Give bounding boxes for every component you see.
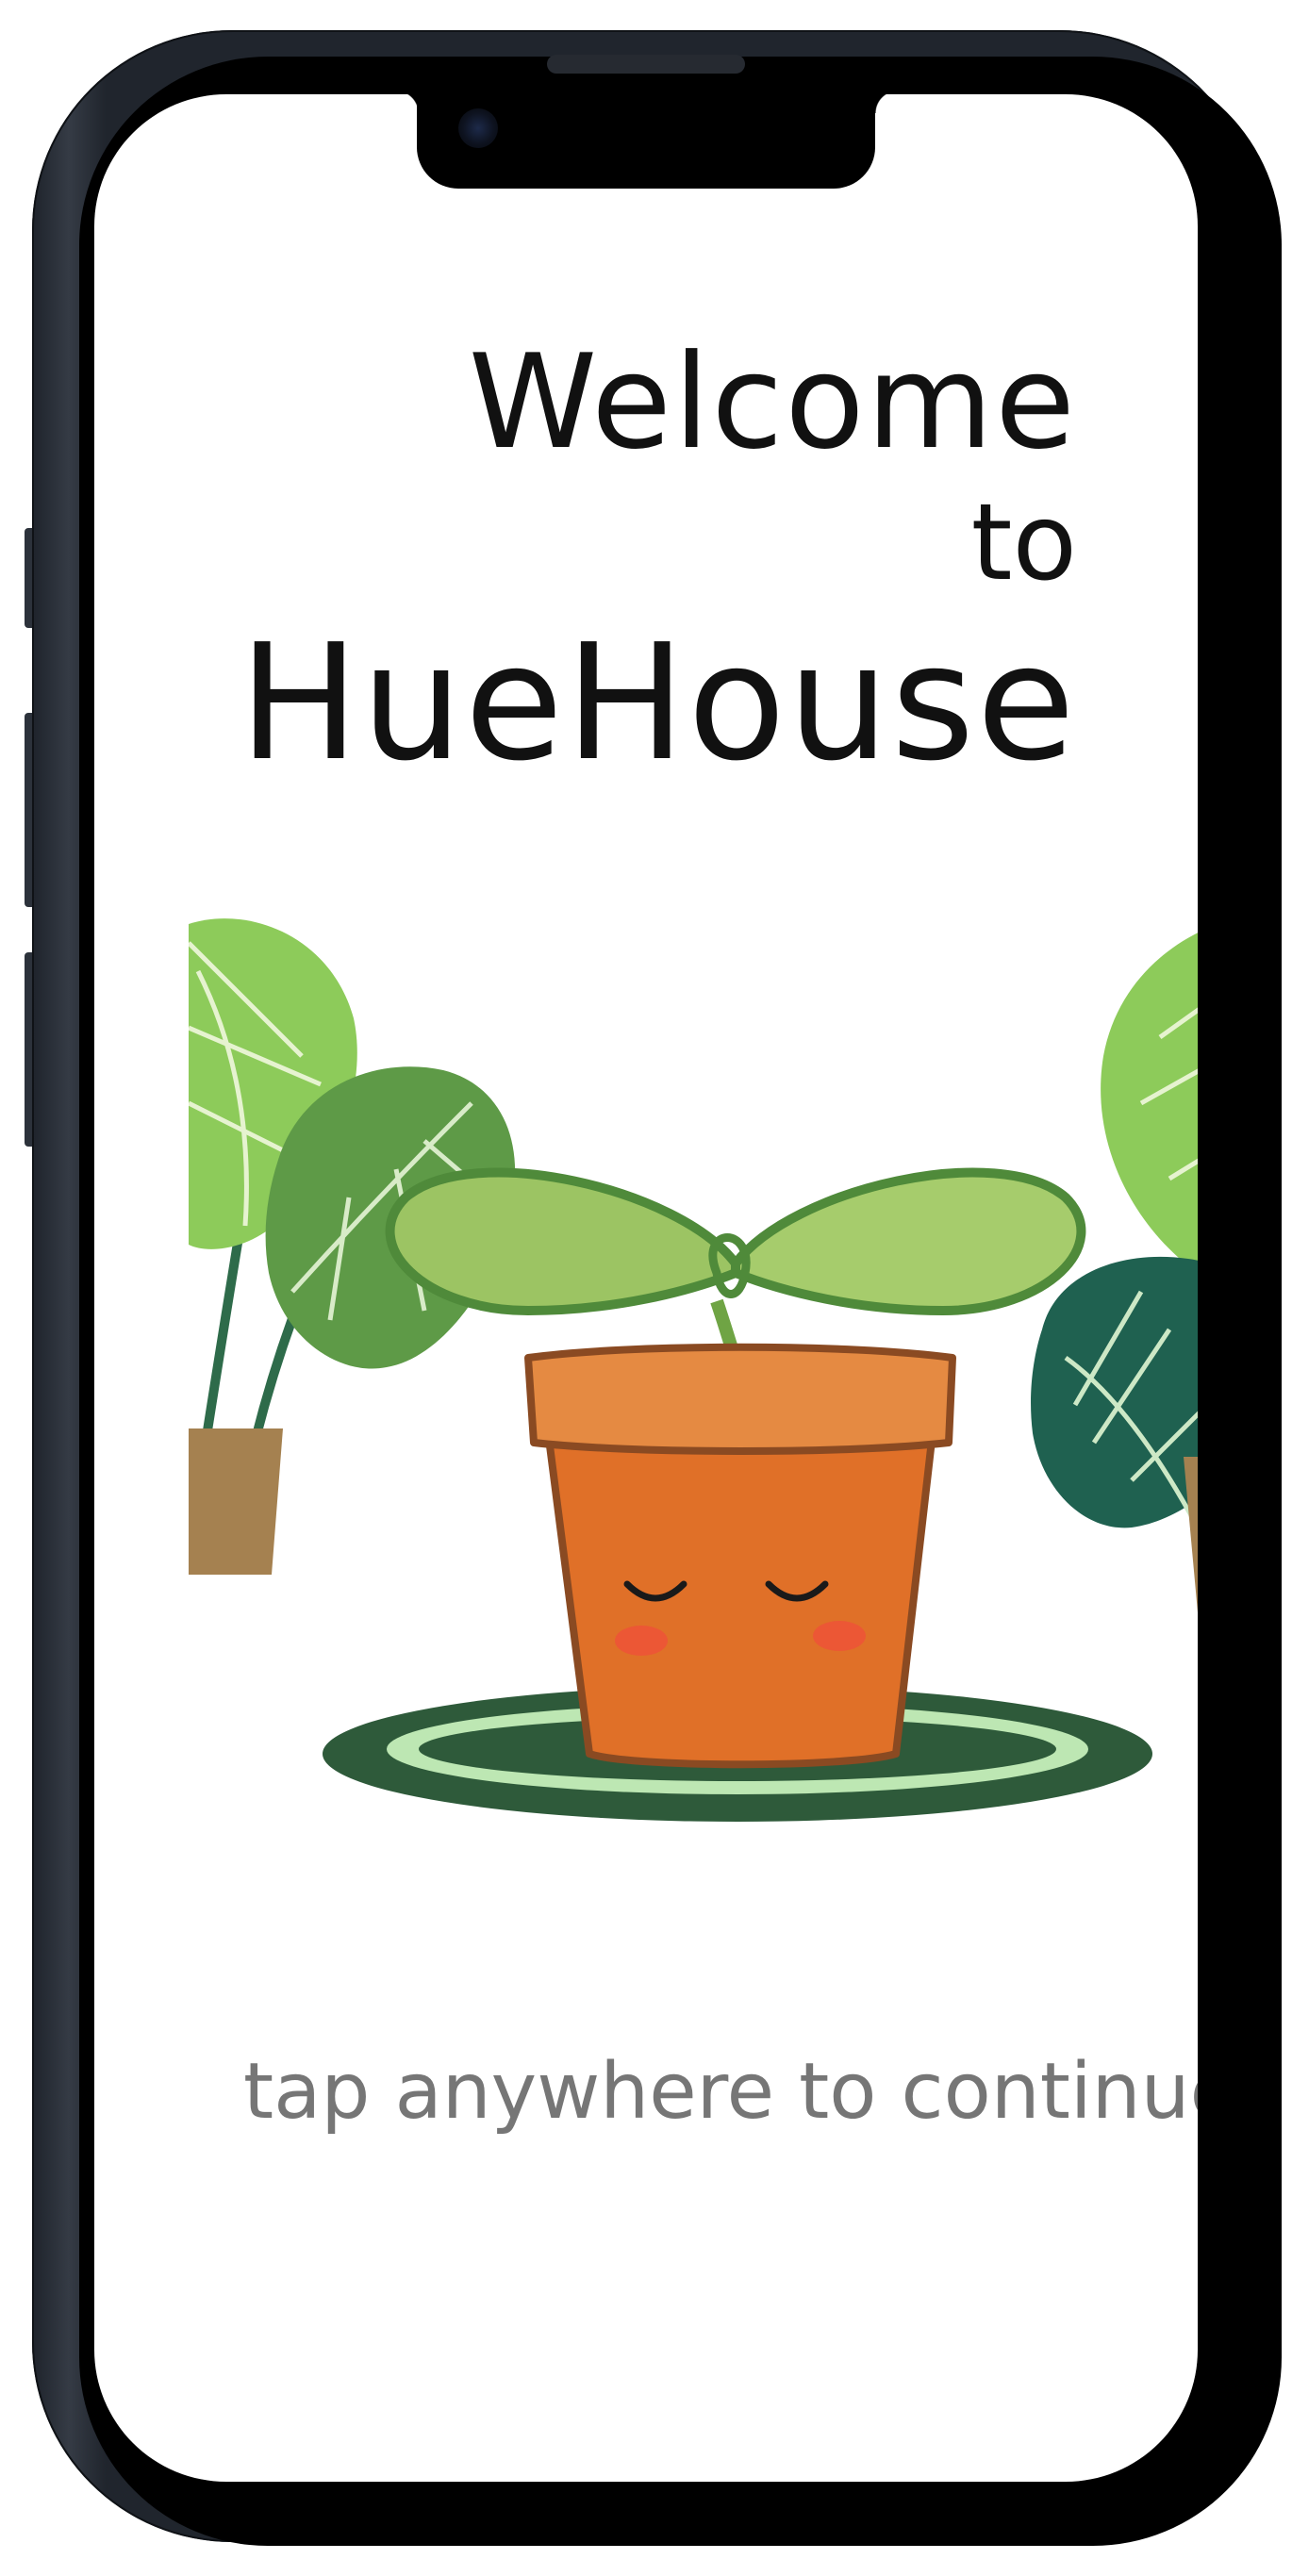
welcome-text: Welcome bbox=[468, 326, 1077, 478]
sprout-leaves bbox=[385, 1167, 1086, 1370]
welcome-heading: Welcome to HueHouse bbox=[239, 328, 1077, 798]
to-text: to bbox=[970, 482, 1077, 604]
app-name: HueHouse bbox=[239, 610, 1077, 797]
device-mockup: Welcome to HueHouse tap anywhere to cont… bbox=[0, 0, 1292, 2576]
front-camera-icon bbox=[458, 108, 498, 148]
notch-corner bbox=[875, 91, 898, 113]
pot-mascot bbox=[524, 1343, 956, 1769]
tap-to-continue-hint: tap anywhere to continue bbox=[242, 2047, 1198, 2137]
welcome-screen[interactable]: Welcome to HueHouse tap anywhere to cont… bbox=[94, 94, 1198, 2482]
earpiece-speaker bbox=[547, 55, 745, 74]
notch-corner bbox=[396, 91, 419, 113]
hero-illustration bbox=[189, 918, 1198, 1822]
